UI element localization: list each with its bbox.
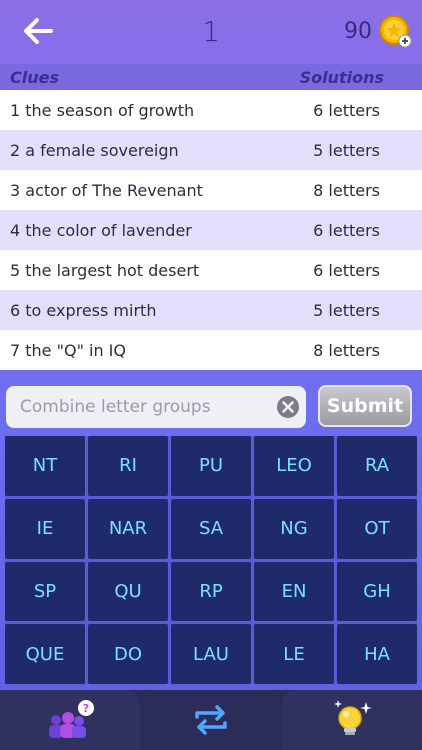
back-button[interactable] <box>18 14 58 48</box>
coin-counter[interactable]: 90 <box>344 14 412 48</box>
arrow-left-icon <box>24 18 53 44</box>
clues-list: 1 the season of growth 6 letters 2 a fem… <box>0 90 422 370</box>
answer-input-container <box>6 386 306 428</box>
shuffle-icon <box>195 705 227 735</box>
clues-column-header: Clues <box>10 67 59 87</box>
clue-text: 5 the largest hot desert <box>10 260 200 280</box>
lightbulb-hint-icon <box>334 700 372 735</box>
clues-table-header: Clues Solutions <box>0 64 422 90</box>
clue-row: 6 to express mirth 5 letters <box>0 290 422 330</box>
clue-text: 1 the season of growth <box>10 100 195 120</box>
friends-help-icon: ? <box>49 700 94 738</box>
solutions-column-header: Solutions <box>299 67 384 87</box>
clue-row: 4 the color of lavender 6 letters <box>0 210 422 250</box>
solution-length: 8 letters <box>313 180 380 200</box>
clue-row: 3 actor of The Revenant 8 letters <box>0 170 422 210</box>
clue-row: 5 the largest hot desert 6 letters <box>0 250 422 290</box>
clue-text: 7 the "Q" in IQ <box>10 340 126 360</box>
submit-button[interactable]: Submit <box>318 385 412 427</box>
letter-tile[interactable]: DO <box>88 624 168 684</box>
letter-tile[interactable]: RP <box>171 561 251 622</box>
clue-row: 1 the season of growth 6 letters <box>0 90 422 130</box>
letter-tile[interactable]: LEO <box>254 436 334 496</box>
clear-icon[interactable] <box>276 395 300 419</box>
answer-input[interactable] <box>6 396 272 418</box>
clue-row: 7 the "Q" in IQ 8 letters <box>0 330 422 370</box>
header: 1 90 <box>0 0 422 62</box>
letter-tile[interactable]: EN <box>254 561 334 622</box>
letter-tile[interactable]: NG <box>254 498 334 559</box>
hint-button[interactable] <box>282 690 422 750</box>
clue-text: 3 actor of The Revenant <box>10 180 203 200</box>
letter-tile[interactable]: IE <box>5 498 85 559</box>
level-number: 1 <box>202 14 220 48</box>
clue-text: 6 to express mirth <box>10 300 157 320</box>
shuffle-button[interactable] <box>141 690 281 750</box>
clue-text: 4 the color of lavender <box>10 220 192 240</box>
letter-tile[interactable]: GH <box>337 561 417 622</box>
letter-tile[interactable]: QUE <box>5 624 85 684</box>
svg-text:?: ? <box>83 702 89 715</box>
letter-tile[interactable]: NAR <box>88 498 168 559</box>
solution-length: 6 letters <box>313 260 380 280</box>
letter-tile[interactable]: RI <box>88 436 168 496</box>
letter-tile[interactable]: LAU <box>171 624 251 684</box>
bottom-toolbar: ? <box>0 690 422 750</box>
letter-tile[interactable]: LE <box>254 624 334 684</box>
ask-friends-button[interactable]: ? <box>0 690 140 750</box>
solution-length: 5 letters <box>313 300 380 320</box>
letter-tile[interactable]: PU <box>171 436 251 496</box>
clue-row: 2 a female sovereign 5 letters <box>0 130 422 170</box>
letter-tile[interactable]: QU <box>88 561 168 622</box>
clue-text: 2 a female sovereign <box>10 140 179 160</box>
letter-tile[interactable]: OT <box>337 498 417 559</box>
solution-length: 6 letters <box>313 220 380 240</box>
solution-length: 5 letters <box>313 140 380 160</box>
letter-tile[interactable]: RA <box>337 436 417 496</box>
letter-tile-grid: NT RI PU LEO RA IE NAR SA NG OT SP QU RP… <box>5 436 417 684</box>
letter-tile[interactable]: SP <box>5 561 85 622</box>
coin-count: 90 <box>344 18 372 44</box>
solution-length: 8 letters <box>313 340 380 360</box>
letter-tile[interactable]: HA <box>337 624 417 684</box>
letter-tile[interactable]: SA <box>171 498 251 559</box>
solution-length: 6 letters <box>313 100 380 120</box>
letter-tile[interactable]: NT <box>5 436 85 496</box>
coin-plus-icon <box>379 15 412 48</box>
